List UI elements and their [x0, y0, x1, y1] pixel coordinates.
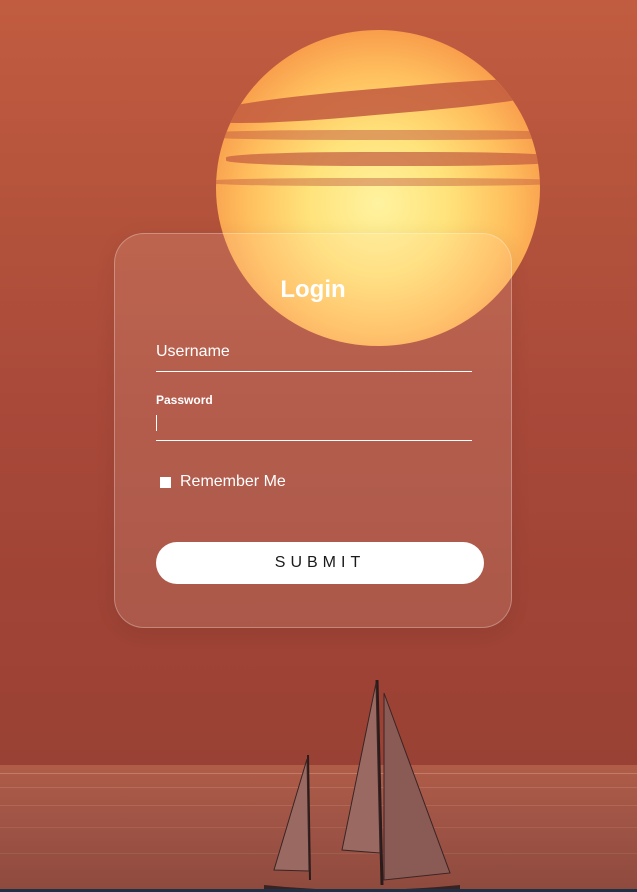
remember-me-checkbox[interactable]	[160, 476, 171, 488]
password-label: Password	[156, 393, 213, 407]
username-field[interactable]: Username	[156, 341, 476, 373]
password-field[interactable]: Password	[156, 390, 476, 441]
password-input[interactable]	[156, 412, 476, 440]
remember-me-label: Remember Me	[180, 473, 286, 490]
sailboat-icon	[264, 679, 460, 892]
username-input[interactable]	[156, 341, 476, 373]
password-underline	[156, 440, 472, 441]
username-underline	[156, 371, 472, 372]
login-title: Login	[280, 276, 346, 303]
login-card: Login Username Password Remember Me SUBM…	[114, 233, 512, 628]
submit-button[interactable]: SUBMIT	[156, 542, 484, 584]
text-cursor	[156, 415, 157, 431]
remember-me-option[interactable]: Remember Me	[160, 473, 286, 491]
